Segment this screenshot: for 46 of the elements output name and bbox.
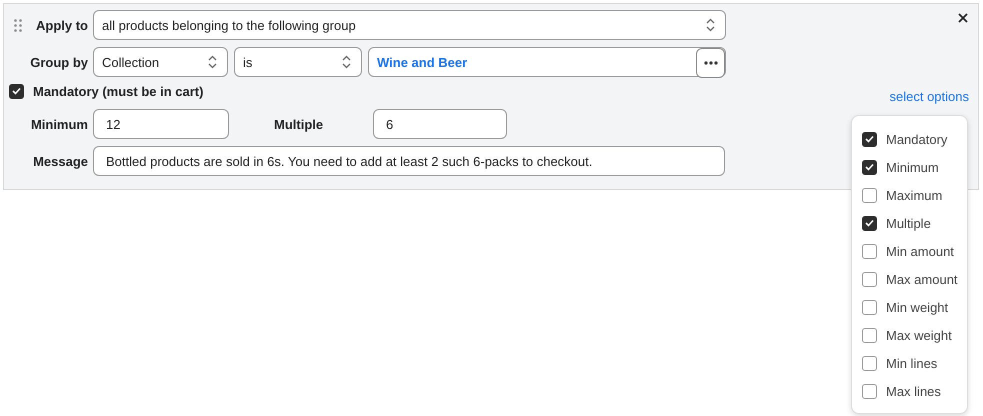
menu-option[interactable]: Mandatory xyxy=(886,132,948,146)
checkbox[interactable] xyxy=(862,384,877,398)
checkbox-label: Mandatory (must be in cart) xyxy=(33,84,204,98)
checkbox[interactable] xyxy=(862,244,877,258)
drag-handle-icon[interactable] xyxy=(14,18,22,32)
menu-option[interactable]: Max weight xyxy=(886,328,952,342)
checkbox[interactable] xyxy=(862,300,877,314)
group-value-field[interactable]: Wine and Beer xyxy=(377,54,468,70)
menu-option[interactable]: Minimum xyxy=(886,160,939,174)
select-options-link[interactable]: select options xyxy=(890,88,969,104)
menu-option[interactable]: Multiple xyxy=(886,216,931,230)
apply-to-select[interactable]: all products belonging to the following group xyxy=(93,10,726,40)
checkbox[interactable] xyxy=(9,84,24,98)
checkbox[interactable] xyxy=(862,272,877,286)
checkbox[interactable] xyxy=(862,328,877,342)
check-icon xyxy=(865,219,874,227)
chevron-updown-icon xyxy=(706,18,715,32)
more-icon xyxy=(704,61,718,65)
menu-option[interactable]: Max lines xyxy=(886,384,941,398)
field-label: Message xyxy=(33,154,88,168)
menu-option[interactable]: Min weight xyxy=(886,300,948,314)
checkbox[interactable] xyxy=(862,216,877,230)
check-icon xyxy=(865,135,874,143)
chevron-updown-icon xyxy=(208,55,217,69)
chevron-updown-icon xyxy=(342,55,351,69)
menu-option[interactable]: Min lines xyxy=(886,356,938,370)
menu-option[interactable]: Max amount xyxy=(886,272,958,286)
checkbox[interactable] xyxy=(862,356,877,370)
multiple-input[interactable]: 6 xyxy=(373,109,507,139)
group-field-select[interactable]: Collection xyxy=(93,47,228,77)
field-label: Apply to xyxy=(36,18,88,32)
checkbox[interactable] xyxy=(862,160,877,174)
close-icon[interactable] xyxy=(958,13,968,23)
field-label: Group by xyxy=(30,54,88,70)
checkbox[interactable] xyxy=(862,132,877,146)
menu-option[interactable]: Min amount xyxy=(886,244,954,258)
check-icon xyxy=(12,87,21,95)
more-button[interactable] xyxy=(696,48,725,78)
minimum-input[interactable]: 12 xyxy=(93,109,229,139)
field-label: Multiple xyxy=(274,116,324,132)
menu-option[interactable]: Maximum xyxy=(886,188,942,202)
operator-select[interactable]: is xyxy=(234,47,362,77)
checkbox[interactable] xyxy=(862,188,877,202)
field-label: Minimum xyxy=(30,116,88,132)
message-input[interactable]: Bottled products are sold in 6s. You need to add at least 2 such 6-packs to checkout. xyxy=(93,146,725,176)
check-icon xyxy=(865,163,874,171)
